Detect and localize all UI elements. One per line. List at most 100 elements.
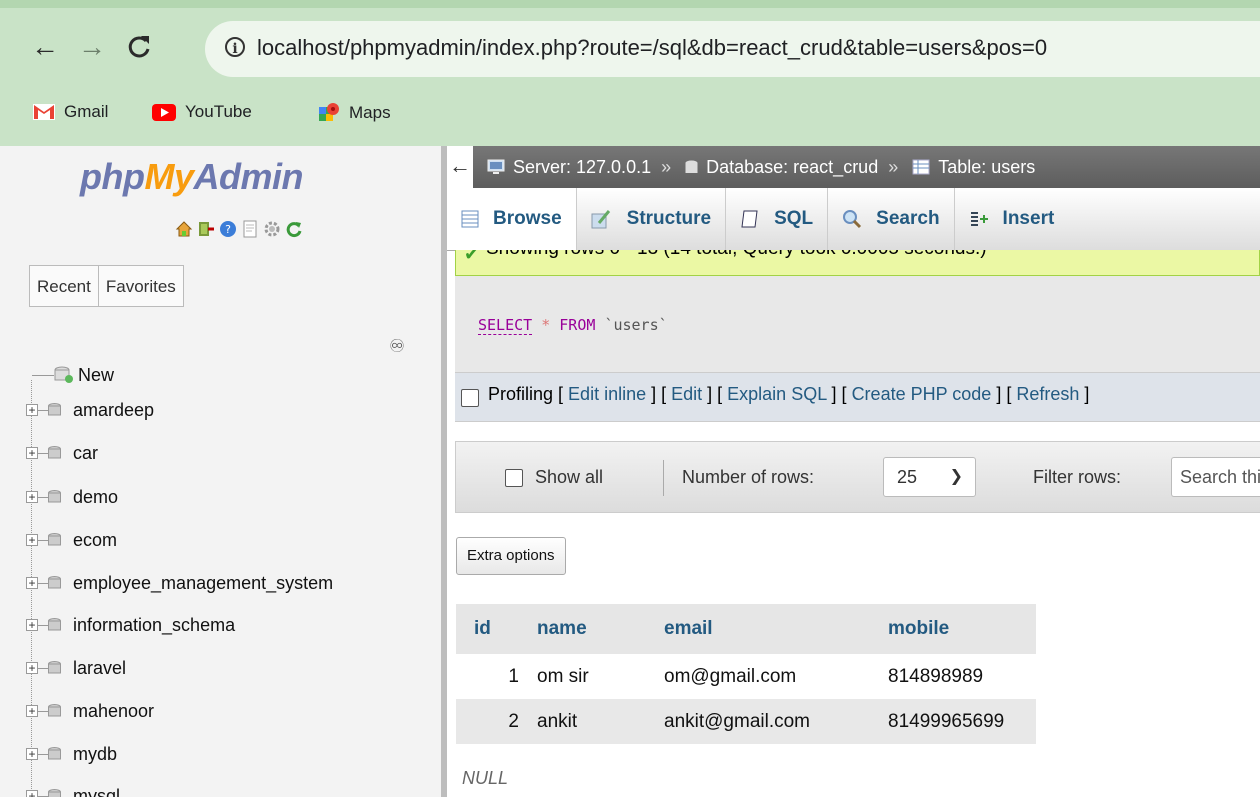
cell-email[interactable]: ankit@gmail.com	[654, 699, 878, 744]
column-header-name[interactable]: name	[525, 604, 654, 654]
sql-query-box: SELECT * FROM `users`	[455, 276, 1260, 372]
bookmark-youtube[interactable]: YouTube	[152, 102, 252, 122]
address-bar[interactable]: i localhost/phpmyadmin/index.php?route=/…	[205, 21, 1260, 77]
number-of-rows-label: Number of rows:	[682, 467, 815, 487]
collapse-arrow-icon[interactable]: ←	[447, 146, 473, 188]
column-header-mobile[interactable]: mobile	[878, 604, 1036, 654]
number-of-rows-select[interactable]: 25 ❯	[883, 457, 976, 497]
server-icon	[487, 159, 505, 174]
navigation-panel: phpMyAdmin ? Recent Favorites ♾ New + ama…	[0, 146, 441, 797]
bookmark-maps[interactable]: Maps	[318, 102, 391, 124]
expand-icon[interactable]: +	[26, 705, 38, 717]
table-row[interactable]: 1 om sir om@gmail.com 814898989	[456, 654, 1036, 699]
link-chain-icon[interactable]: ♾	[389, 336, 405, 357]
filter-rows-label: Filter rows:	[1033, 467, 1122, 487]
database-icon	[685, 160, 698, 173]
help-icon[interactable]: ?	[219, 220, 237, 238]
cell-mobile[interactable]: 814898989	[878, 654, 1036, 699]
profiling-checkbox[interactable]	[461, 389, 479, 407]
sql-query[interactable]: SELECT * FROM `users`	[478, 316, 668, 335]
new-database-icon	[54, 366, 73, 383]
edit-inline-link[interactable]: Edit inline	[568, 384, 646, 404]
database-icon	[48, 789, 61, 797]
expand-icon[interactable]: +	[26, 491, 38, 503]
expand-icon[interactable]: +	[26, 790, 38, 797]
insert-icon	[970, 212, 988, 226]
gmail-icon	[33, 104, 55, 120]
cell-name[interactable]: om sir	[525, 654, 654, 699]
bookmarks-bar: Gmail YouTube Maps	[0, 94, 1260, 134]
database-icon	[48, 403, 61, 416]
browse-icon	[461, 210, 479, 228]
extra-options-button[interactable]: Extra options	[456, 537, 566, 575]
null-cell: NULL	[462, 768, 509, 788]
cell-mobile[interactable]: 81499965699	[878, 699, 1036, 744]
tab-search[interactable]: Search	[828, 188, 955, 250]
expand-icon[interactable]: +	[26, 404, 38, 416]
breadcrumb-server[interactable]: Server: 127.0.0.1	[487, 157, 651, 178]
cell-id[interactable]: 1	[456, 654, 525, 699]
breadcrumb-table[interactable]: Table: users	[912, 157, 1035, 178]
explain-sql-link[interactable]: Explain SQL	[727, 384, 826, 404]
table-row[interactable]: 2 ankit ankit@gmail.com 81499965699	[456, 699, 1036, 744]
column-header-email[interactable]: email	[654, 604, 878, 654]
tab-browse[interactable]: Browse	[447, 188, 577, 250]
tab-strip	[0, 0, 1260, 8]
browser-chrome: ← → i localhost/phpmyadmin/index.php?rou…	[0, 0, 1260, 146]
tree-item-database[interactable]: + demo	[26, 482, 118, 512]
expand-icon[interactable]: +	[26, 619, 38, 631]
table-header-row: id name email mobile	[456, 604, 1036, 654]
reload-icon[interactable]	[122, 30, 156, 64]
tree-item-database[interactable]: + laravel	[26, 653, 126, 683]
phpmyadmin-logo[interactable]: phpMyAdmin	[80, 156, 303, 198]
breadcrumb: ← Server: 127.0.0.1 » Database: react_cr…	[447, 146, 1260, 188]
filter-rows-input[interactable]: Search this table	[1171, 457, 1260, 497]
expand-icon[interactable]: +	[26, 748, 38, 760]
column-header-id[interactable]: id	[456, 604, 525, 654]
tree-item-database[interactable]: + mysql	[26, 781, 120, 797]
expand-icon[interactable]: +	[26, 447, 38, 459]
tree-item-database[interactable]: + mahenoor	[26, 696, 154, 726]
cell-name[interactable]: ankit	[525, 699, 654, 744]
cell-email[interactable]: om@gmail.com	[654, 654, 878, 699]
tab-sql[interactable]: SQL	[726, 188, 829, 250]
database-icon	[48, 533, 61, 546]
show-all-checkbox[interactable]	[505, 469, 523, 487]
home-icon[interactable]	[175, 220, 193, 238]
search-icon	[843, 210, 862, 229]
forward-arrow-icon[interactable]: →	[75, 30, 109, 64]
settings-gear-icon[interactable]	[263, 220, 281, 238]
tree-item-database[interactable]: + ecom	[26, 525, 117, 555]
tab-insert[interactable]: Insert	[955, 188, 1069, 250]
tree-item-database[interactable]: + car	[26, 438, 98, 468]
create-php-code-link[interactable]: Create PHP code	[852, 384, 992, 404]
tree-item-database[interactable]: + mydb	[26, 739, 117, 769]
tree-item-database[interactable]: + information_schema	[26, 610, 235, 640]
tab-structure[interactable]: Structure	[577, 188, 727, 250]
youtube-icon	[152, 103, 176, 121]
favorites-button[interactable]: Favorites	[98, 265, 184, 307]
database-icon	[48, 704, 61, 717]
refresh-link[interactable]: Refresh	[1016, 384, 1079, 404]
recent-button[interactable]: Recent	[29, 265, 99, 307]
maps-icon	[319, 103, 339, 121]
expand-icon[interactable]: +	[26, 577, 38, 589]
expand-icon[interactable]: +	[26, 662, 38, 674]
reload-navigation-icon[interactable]	[285, 220, 303, 238]
database-icon	[48, 618, 61, 631]
cell-id[interactable]: 2	[456, 699, 525, 744]
tree-item-database[interactable]: + employee_management_system	[26, 568, 333, 598]
database-icon	[48, 490, 61, 503]
site-info-icon[interactable]: i	[225, 37, 245, 57]
show-all-label[interactable]: Show all	[535, 467, 603, 488]
edit-link[interactable]: Edit	[671, 384, 702, 404]
bookmark-gmail[interactable]: Gmail	[33, 102, 108, 122]
tree-item-new[interactable]: New	[32, 360, 114, 390]
back-arrow-icon[interactable]: ←	[28, 30, 62, 64]
tree-item-database[interactable]: + amardeep	[26, 395, 154, 425]
table-icon	[912, 159, 930, 175]
breadcrumb-database[interactable]: Database: react_crud	[685, 157, 878, 178]
expand-icon[interactable]: +	[26, 534, 38, 546]
documentation-icon[interactable]	[241, 220, 259, 238]
logout-icon[interactable]	[197, 220, 215, 238]
